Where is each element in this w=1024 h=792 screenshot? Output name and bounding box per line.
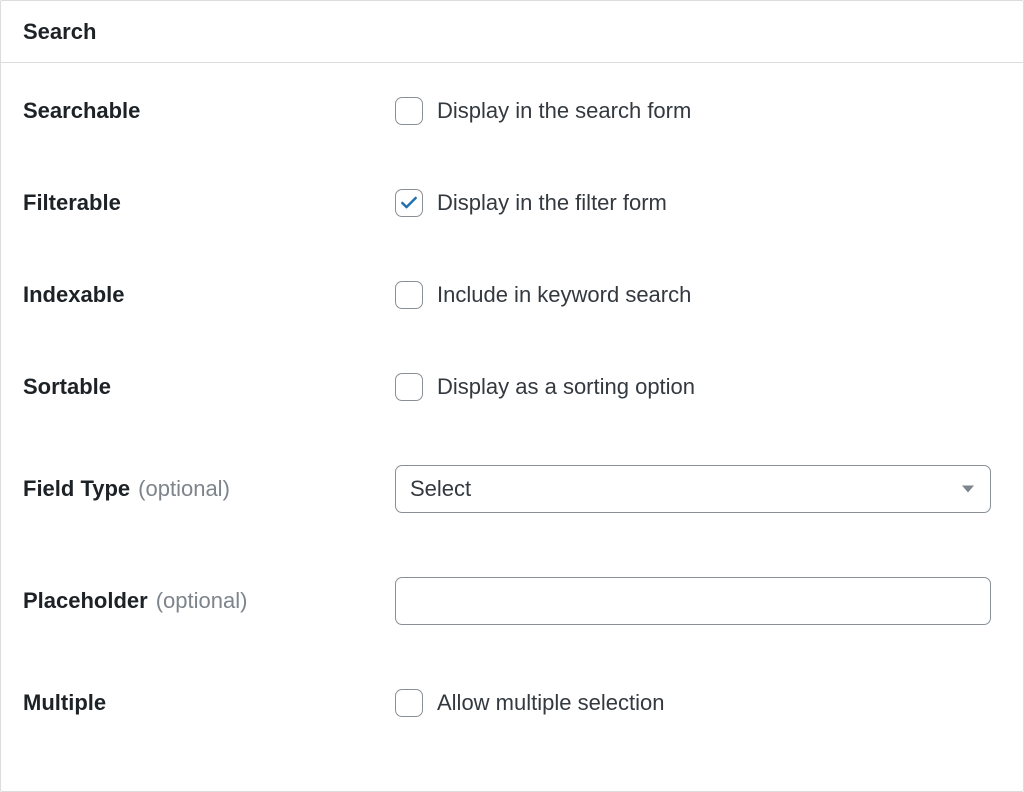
row-placeholder: Placeholder (optional)	[23, 547, 1001, 659]
control-multiple: Allow multiple selection	[395, 689, 1001, 717]
row-indexable: Indexable Include in keyword search	[23, 251, 1001, 343]
label-sortable: Sortable	[23, 374, 395, 400]
row-field-type: Field Type (optional) Select	[23, 435, 1001, 547]
checkbox-filterable-label: Display in the filter form	[437, 190, 667, 216]
checkbox-sortable-label: Display as a sorting option	[437, 374, 695, 400]
search-settings-panel: Search Searchable Display in the search …	[0, 0, 1024, 792]
control-filterable: Display in the filter form	[395, 189, 1001, 217]
panel-header: Search	[1, 1, 1023, 63]
panel-title: Search	[23, 19, 96, 45]
control-searchable: Display in the search form	[395, 97, 1001, 125]
checkbox-multiple[interactable]	[395, 689, 423, 717]
row-searchable: Searchable Display in the search form	[23, 63, 1001, 159]
label-searchable: Searchable	[23, 98, 395, 124]
label-filterable: Filterable	[23, 190, 395, 216]
label-field-type: Field Type (optional)	[23, 476, 395, 502]
label-placeholder-hint: (optional)	[156, 588, 248, 614]
select-field-type-value: Select	[410, 476, 471, 502]
label-field-type-hint: (optional)	[138, 476, 230, 502]
checkbox-indexable[interactable]	[395, 281, 423, 309]
checkbox-searchable[interactable]	[395, 97, 423, 125]
row-sortable: Sortable Display as a sorting option	[23, 343, 1001, 435]
control-field-type: Select	[395, 465, 1001, 513]
label-indexable: Indexable	[23, 282, 395, 308]
checkbox-sortable[interactable]	[395, 373, 423, 401]
label-placeholder-text: Placeholder	[23, 588, 148, 614]
chevron-down-icon	[962, 486, 974, 493]
panel-body: Searchable Display in the search form Fi…	[1, 63, 1023, 751]
row-filterable: Filterable Display in the filter form	[23, 159, 1001, 251]
checkbox-indexable-label: Include in keyword search	[437, 282, 691, 308]
checkbox-searchable-label: Display in the search form	[437, 98, 691, 124]
row-multiple: Multiple Allow multiple selection	[23, 659, 1001, 751]
label-multiple: Multiple	[23, 690, 395, 716]
input-placeholder[interactable]	[395, 577, 991, 625]
label-field-type-text: Field Type	[23, 476, 130, 502]
check-icon	[399, 193, 419, 213]
control-placeholder	[395, 577, 1001, 625]
checkbox-multiple-label: Allow multiple selection	[437, 690, 664, 716]
control-sortable: Display as a sorting option	[395, 373, 1001, 401]
select-field-type[interactable]: Select	[395, 465, 991, 513]
control-indexable: Include in keyword search	[395, 281, 1001, 309]
checkbox-filterable[interactable]	[395, 189, 423, 217]
label-placeholder: Placeholder (optional)	[23, 588, 395, 614]
